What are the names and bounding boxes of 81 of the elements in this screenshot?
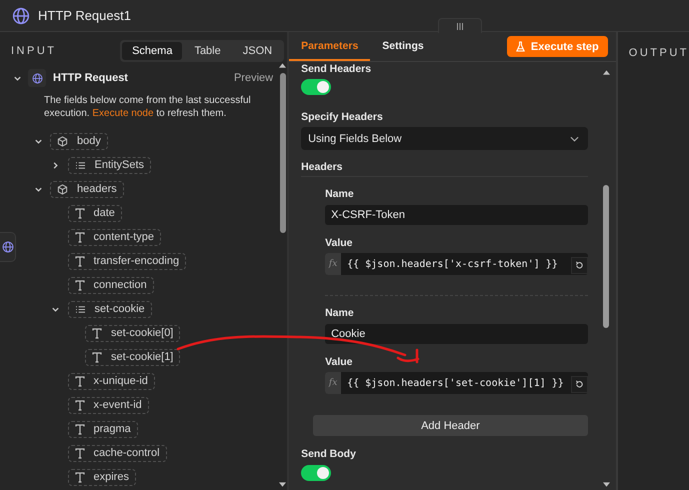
node-name: HTTP Request [53, 72, 128, 84]
reset-button[interactable] [570, 376, 588, 393]
reset-icon [574, 261, 584, 270]
schema-field[interactable]: x-event-id [68, 396, 149, 414]
field-label: Send Body [301, 448, 357, 460]
text-type-icon [74, 232, 84, 242]
schema-field[interactable]: pragma [68, 420, 138, 438]
panel-title: INPUT [11, 44, 56, 56]
text-type-icon [74, 400, 84, 410]
text-type-icon [74, 472, 84, 482]
resize-handle[interactable] [438, 18, 482, 33]
text-type-icon [74, 376, 84, 386]
chevron-down-icon[interactable] [51, 304, 60, 314]
schema-field[interactable]: EntitySets [68, 156, 152, 174]
cube-icon [57, 184, 68, 194]
flask-icon [516, 41, 525, 52]
text-type-icon [74, 208, 84, 218]
text-type-icon [74, 256, 84, 266]
schema-field[interactable]: set-cookie[0] [85, 324, 180, 342]
globe-icon [12, 6, 30, 24]
chevron-down-icon[interactable] [34, 136, 42, 146]
expression-badge: fx [325, 253, 342, 275]
panel-tab[interactable]: Parameters [289, 32, 370, 61]
chevron-down-icon [570, 136, 579, 142]
field-label: Specify Headers [301, 111, 384, 123]
field-label: Value [325, 237, 354, 249]
schema-field[interactable]: set-cookie [68, 300, 152, 318]
schema-field[interactable]: date [68, 204, 122, 222]
field-label: Value [325, 356, 354, 368]
schema-field[interactable]: connection [68, 276, 154, 294]
notice-text: The fields below come from the last successful execution. Execute node to refresh them. [43, 94, 252, 121]
window-title: HTTP Request1 [38, 8, 131, 23]
add-header-button[interactable]: Add Header [313, 415, 588, 436]
field-label: Send Headers [301, 63, 372, 75]
select-field[interactable]: Using Fields Below [301, 127, 588, 150]
execute-node-link[interactable]: Execute node [92, 108, 154, 119]
schema-field[interactable]: content-type [68, 228, 162, 246]
scroll-up-icon[interactable] [602, 70, 610, 75]
globe-icon [2, 241, 14, 253]
view-tab[interactable]: Schema [122, 42, 182, 60]
schema-field[interactable]: expires [68, 468, 136, 486]
preview-label: Preview [234, 72, 274, 84]
panel-title: OUTPUT [628, 47, 689, 59]
header-value-field[interactable]: {{ $json.headers['x-csrf-token'] }} [341, 253, 571, 275]
text-type-icon [92, 328, 102, 338]
toggle-switch[interactable] [301, 465, 332, 481]
reset-button[interactable] [570, 257, 588, 274]
globe-icon [32, 72, 42, 84]
header-name-field[interactable]: Cookie [325, 324, 588, 344]
reset-icon [574, 380, 584, 389]
schema-field[interactable]: transfer-encoding [68, 252, 186, 270]
cube-icon [57, 136, 68, 146]
section-label: Headers [301, 161, 588, 177]
schema-field[interactable]: set-cookie[1] [85, 348, 180, 366]
chevron-down-icon[interactable] [13, 74, 22, 82]
header-name-field[interactable]: X-CSRF-Token [325, 205, 588, 225]
field-label: Name [325, 188, 355, 200]
toggle-switch[interactable] [301, 79, 332, 95]
scroll-down-icon[interactable] [279, 482, 286, 487]
schema-field[interactable]: x-unique-id [68, 372, 155, 390]
grip-icon [457, 22, 463, 30]
schema-field[interactable]: cache-control [68, 444, 167, 462]
scrollbar-thumb[interactable] [603, 185, 610, 328]
chevron-down-icon[interactable] [34, 184, 42, 194]
panel-tab[interactable]: Settings [370, 32, 436, 61]
header-value-field[interactable]: {{ $json.headers['set-cookie'][1] }} [341, 372, 571, 394]
text-type-icon [74, 424, 84, 434]
scrollbar-thumb[interactable] [280, 73, 286, 233]
scroll-up-icon[interactable] [279, 63, 286, 68]
schema-field[interactable]: body [50, 132, 108, 150]
text-type-icon [92, 352, 102, 362]
scroll-down-icon[interactable] [602, 482, 610, 487]
field-label: Name [325, 307, 355, 319]
chevron-right-icon[interactable] [51, 160, 60, 170]
view-tab[interactable]: Table [184, 42, 231, 60]
text-type-icon [74, 448, 84, 458]
view-tab[interactable]: JSON [232, 42, 282, 60]
text-type-icon [74, 280, 84, 290]
schema-field[interactable]: headers [50, 180, 124, 198]
side-tab[interactable] [0, 232, 16, 262]
expression-badge: fx [325, 372, 342, 394]
